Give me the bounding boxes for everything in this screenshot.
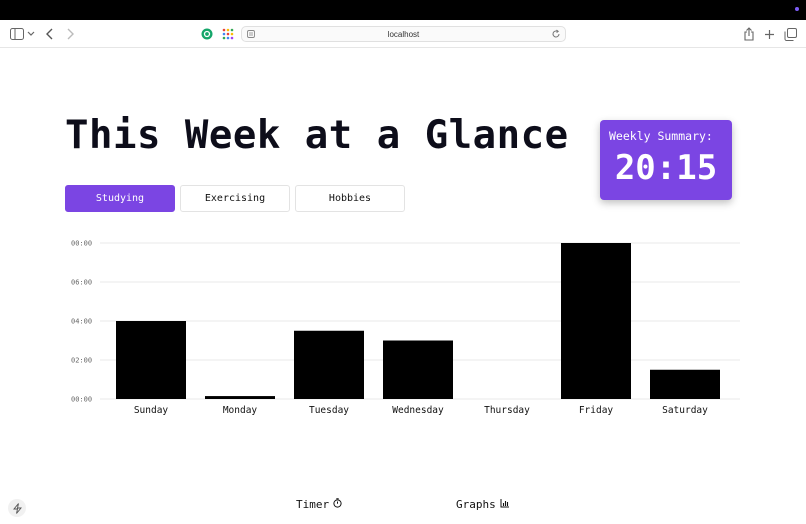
bar-sunday [116,321,186,399]
y-tick-label: 00:00 [71,240,92,248]
x-tick-label-saturday: Saturday [662,405,708,416]
tab-exercising[interactable]: Exercising [180,185,290,212]
share-icon[interactable] [741,26,757,42]
page-info-icon[interactable] [246,29,256,41]
y-tick-label: 02:00 [71,357,92,365]
y-tick-label: 00:00 [71,396,92,404]
bar-friday [561,243,631,399]
bar-wednesday [383,340,453,399]
bar-tuesday [294,330,364,399]
tab-studying[interactable]: Studying [65,185,175,212]
bottom-navigation: Timer Graphs [0,498,806,518]
bar-monday [205,396,275,399]
x-tick-label-friday: Friday [579,405,614,416]
nav-graphs-label: Graphs [456,498,496,511]
bar-chart-icon [500,498,510,511]
back-icon[interactable] [42,26,58,42]
sidebar-toggle-icon[interactable] [9,26,25,42]
y-tick-label: 04:00 [71,318,92,326]
forward-icon[interactable] [62,26,78,42]
nav-timer-label: Timer [296,498,330,511]
weekly-summary-card: Weekly Summary: 20:15 [600,120,732,200]
address-bar[interactable]: localhost [241,26,566,42]
weekly-summary-value: 20:15 [614,148,718,188]
address-text: localhost [387,29,420,39]
browser-toolbar: localhost [0,20,806,48]
indicator-dot [795,7,799,11]
x-tick-label-thursday: Thursday [484,405,530,416]
apps-grid-icon[interactable] [220,26,236,42]
tab-hobbies[interactable]: Hobbies [295,185,405,212]
new-tab-icon[interactable] [761,26,777,42]
nav-graphs[interactable]: Graphs [456,498,510,511]
stopwatch-icon [333,498,342,511]
extension-grammarly-icon[interactable] [199,26,215,42]
x-tick-label-monday: Monday [223,405,258,416]
weekly-summary-label: Weekly Summary: [609,129,713,143]
chevron-down-icon[interactable] [25,26,37,42]
reload-icon[interactable] [551,29,561,41]
weekly-bar-chart: 00:00 02:00 04:00 06:00 00:00 Sunday Monday Tue… [71,240,740,416]
x-tick-label-wednesday: Wednesday [392,405,444,416]
x-tick-label-sunday: Sunday [134,405,169,416]
bar-saturday [650,369,720,399]
nav-timer[interactable]: Timer [296,498,342,511]
system-top-bar [0,0,806,20]
page-title: This Week at a Glance [65,113,569,158]
tab-overview-icon[interactable] [782,26,798,42]
x-tick-label-tuesday: Tuesday [309,405,349,416]
y-tick-label: 06:00 [71,279,92,287]
